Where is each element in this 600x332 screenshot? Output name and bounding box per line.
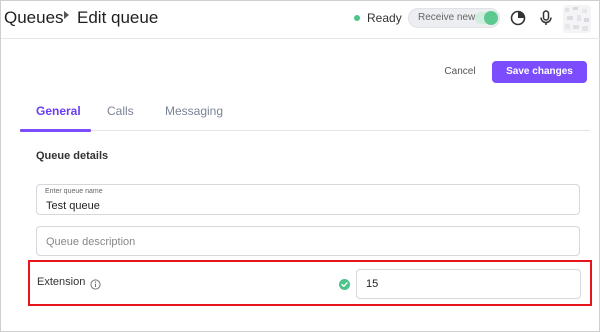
- receive-new-label: Receive new: [418, 12, 476, 23]
- extension-input[interactable]: 15: [356, 269, 581, 299]
- tab-general[interactable]: General: [36, 104, 81, 118]
- valid-check-icon: [339, 277, 350, 290]
- tab-bar: General Calls Messaging: [20, 97, 590, 132]
- pie-chart-icon[interactable]: [509, 9, 527, 27]
- cancel-button[interactable]: Cancel: [438, 63, 482, 81]
- breadcrumb-separator-icon: [64, 11, 69, 19]
- queue-name-value[interactable]: Test queue: [46, 200, 100, 212]
- receive-new-toggle[interactable]: Receive new: [408, 8, 500, 28]
- save-changes-button[interactable]: Save changes: [492, 61, 587, 83]
- app-frame: Queues Edit queue Ready Receive new Canc…: [0, 0, 600, 332]
- queue-name-field[interactable]: Enter queue name Test queue: [36, 184, 580, 215]
- section-title: Queue details: [36, 150, 109, 162]
- toggle-switch[interactable]: [475, 11, 498, 25]
- status-label: Ready: [367, 11, 402, 25]
- avatar[interactable]: [563, 5, 591, 33]
- microphone-icon[interactable]: [537, 9, 555, 27]
- extension-label: Extension: [37, 276, 86, 288]
- extension-value[interactable]: 15: [366, 278, 378, 290]
- tab-messaging[interactable]: Messaging: [165, 104, 223, 118]
- queue-name-label: Enter queue name: [45, 188, 103, 195]
- top-header: Queues Edit queue Ready Receive new: [1, 1, 600, 39]
- tab-calls[interactable]: Calls: [107, 104, 134, 118]
- status-dot-icon: [354, 15, 360, 21]
- queue-description-placeholder: Queue description: [46, 236, 136, 248]
- breadcrumb-queues-link[interactable]: Queues: [4, 8, 64, 28]
- toggle-knob: [484, 11, 498, 25]
- info-icon[interactable]: [90, 277, 101, 290]
- queue-description-field[interactable]: Queue description: [36, 226, 580, 256]
- active-tab-indicator: [20, 129, 91, 132]
- page-title: Edit queue: [77, 8, 159, 27]
